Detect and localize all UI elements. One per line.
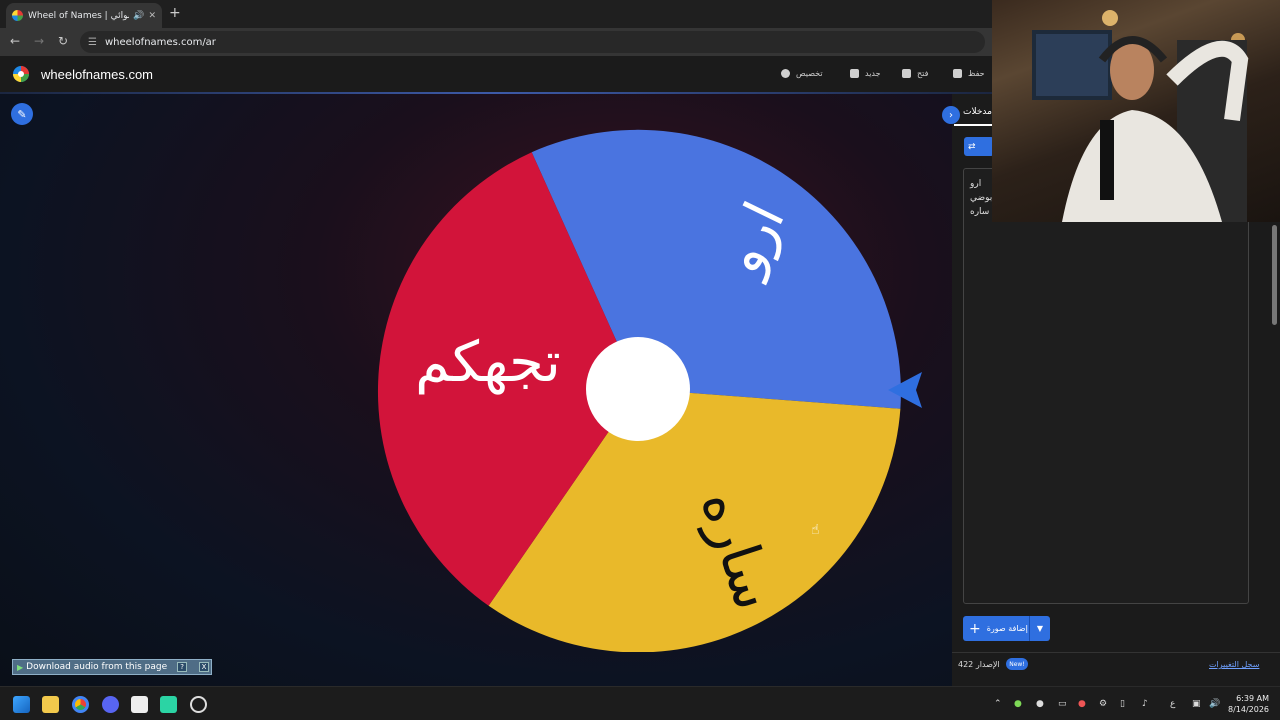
close-tab-icon[interactable]: ✕ xyxy=(148,11,156,21)
settings-tray-icon[interactable]: ⚙ xyxy=(1099,699,1107,709)
url-text: wheelofnames.com/ar xyxy=(104,36,216,48)
shuffle-icon: ⇄ xyxy=(968,141,976,152)
open-label: فتح xyxy=(917,69,929,78)
pencil-icon: ✎ xyxy=(17,107,27,121)
wheel-pointer-icon xyxy=(888,372,922,408)
tab-entries[interactable]: مدخلات xyxy=(963,107,992,117)
site-info-icon[interactable]: ☰ xyxy=(88,37,97,48)
play-icon: ▶ xyxy=(17,662,24,672)
plus-icon: + xyxy=(969,620,981,637)
webcam-overlay xyxy=(992,0,1280,222)
new-tab-button[interactable]: + xyxy=(169,5,181,21)
tray-chevron-icon[interactable]: ⌃ xyxy=(994,699,1002,709)
reload-icon[interactable]: ↻ xyxy=(58,34,68,48)
clock-time: 6:39 AM xyxy=(1236,694,1270,703)
version-label: الإصدار 422 xyxy=(958,660,1000,669)
chevron-down-icon[interactable]: ▼ xyxy=(1030,624,1050,633)
open-button[interactable]: فتح xyxy=(902,69,928,78)
collapse-sidebar-button[interactable]: › xyxy=(942,106,960,124)
discord-icon[interactable] xyxy=(102,696,119,713)
obs-icon[interactable] xyxy=(190,696,207,713)
add-image-label: إضافة صورة xyxy=(986,624,1028,633)
battery-tray-icon[interactable]: ▭ xyxy=(1058,699,1067,709)
wheel-label-red: تجهكم xyxy=(415,330,561,395)
save-label: حفظ xyxy=(968,69,985,78)
taskbar: ⌃ ● ● ▭ ● ⚙ ▯ ♪ ع ▣ 🔊 6:39 AM 8/14/2026 xyxy=(0,686,1280,720)
new-badge: New! xyxy=(1006,658,1028,670)
system-clock[interactable]: 6:39 AM 8/14/2026 xyxy=(1228,693,1269,715)
spin-wheel[interactable]: ارو ساره تجهكم xyxy=(375,126,901,652)
download-audio-label: Download audio from this page xyxy=(26,662,168,672)
logo-icon xyxy=(13,66,29,82)
windows-start-icon[interactable] xyxy=(13,696,30,713)
microphone-icon[interactable]: ♪ xyxy=(1142,699,1148,709)
customize-label: تخصيص xyxy=(796,69,823,78)
new-button[interactable]: جديد xyxy=(850,69,881,78)
shuffle-button[interactable]: ⇄ xyxy=(964,137,994,156)
file-icon xyxy=(850,69,859,78)
file-explorer-icon[interactable] xyxy=(42,696,59,713)
volume-icon[interactable]: 🔊 xyxy=(1209,699,1220,709)
brand-name: wheelofnames.com xyxy=(41,67,153,82)
sidebar-scrollbar[interactable] xyxy=(1272,225,1277,325)
streamer-video-frame xyxy=(1032,10,1249,222)
hand-cursor-icon: ☝ xyxy=(811,522,820,538)
changelog-link[interactable]: سجل التغييرات xyxy=(1209,660,1259,669)
whatsapp-icon[interactable] xyxy=(160,696,177,713)
clock-date: 8/14/2026 xyxy=(1228,705,1270,714)
chevron-right-icon: › xyxy=(949,109,953,121)
entries-textarea[interactable]: ارو بوضي ساره xyxy=(963,168,1249,604)
discord-tray-icon[interactable]: ● xyxy=(1036,699,1044,709)
nvidia-icon[interactable]: ● xyxy=(1014,699,1022,709)
new-label: جديد xyxy=(865,69,881,78)
back-icon[interactable]: ← xyxy=(10,34,20,48)
chrome-icon[interactable] xyxy=(72,696,89,713)
active-tab-indicator xyxy=(954,124,992,126)
close-button[interactable]: X xyxy=(199,662,209,672)
edit-pencil-button[interactable]: ✎ xyxy=(11,103,33,125)
save-icon xyxy=(953,69,962,78)
save-button[interactable]: حفظ xyxy=(953,69,985,78)
customize-button[interactable]: تخصيص xyxy=(781,69,823,78)
url-input[interactable]: ☰ wheelofnames.com/ar xyxy=(80,31,985,53)
browser-tab[interactable]: Wheel of Names | العشوائي 🔊 ✕ xyxy=(6,3,162,28)
network-icon[interactable]: ▣ xyxy=(1192,699,1201,709)
download-audio-bar[interactable]: ▶ Download audio from this page ? X xyxy=(12,659,212,675)
sidebar-footer-divider xyxy=(952,652,1280,653)
folder-icon xyxy=(902,69,911,78)
app-tray-icon[interactable]: ● xyxy=(1078,699,1086,709)
speaker-icon[interactable]: 🔊 xyxy=(133,11,144,21)
forward-icon[interactable]: → xyxy=(34,34,44,48)
app-icon[interactable] xyxy=(131,696,148,713)
usb-icon[interactable]: ▯ xyxy=(1120,699,1125,709)
wheel-center[interactable] xyxy=(586,337,690,441)
tab-title: Wheel of Names | العشوائي xyxy=(28,10,129,21)
app-header: wheelofnames.com تخصيص جديد فتح حفظ xyxy=(0,56,992,92)
wheel-favicon-icon xyxy=(12,10,23,21)
add-image-button[interactable]: + إضافة صورة ▼ xyxy=(963,616,1050,641)
wheel-stage: ✎ ارو ساره تجهكم xyxy=(0,94,952,686)
help-button[interactable]: ? xyxy=(177,662,188,672)
language-indicator[interactable]: ع xyxy=(1170,699,1175,709)
palette-icon xyxy=(781,69,790,78)
